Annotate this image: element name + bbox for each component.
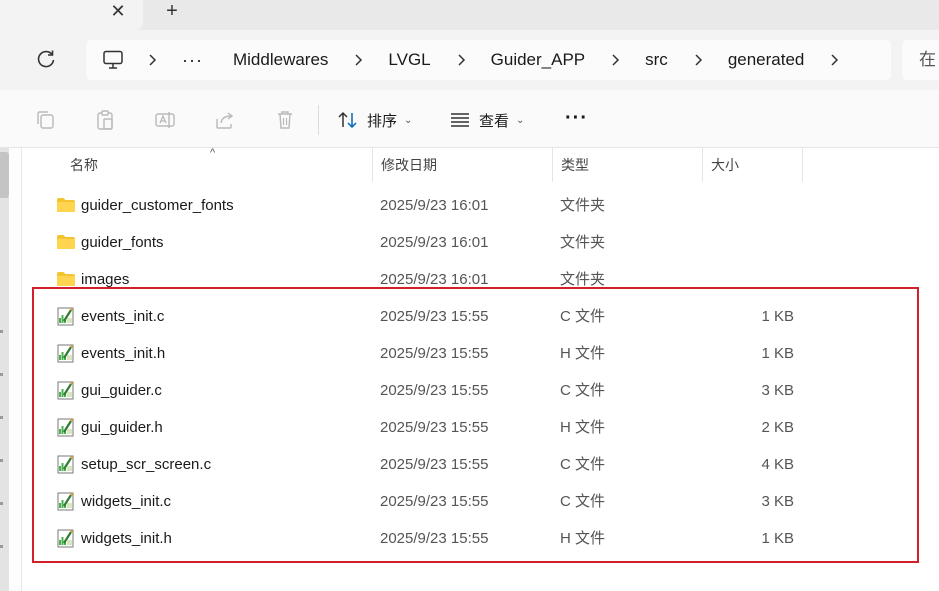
breadcrumb-item-guider-app[interactable]: Guider_APP bbox=[491, 50, 586, 70]
navigation-bar: ··· Middlewares LVGL Guider_APP src gene… bbox=[0, 30, 939, 90]
folder-icon bbox=[56, 232, 76, 252]
file-date: 2025/9/23 16:01 bbox=[380, 234, 489, 251]
file-name: guider_fonts bbox=[81, 234, 164, 251]
delete-icon[interactable] bbox=[274, 109, 296, 131]
chevron-right-icon[interactable] bbox=[352, 53, 366, 67]
file-name: guider_customer_fonts bbox=[81, 197, 234, 214]
folder-icon bbox=[56, 269, 76, 289]
more-options-button[interactable]: ··· bbox=[565, 108, 589, 132]
refresh-icon[interactable] bbox=[35, 48, 59, 72]
new-tab-button[interactable]: + bbox=[160, 0, 184, 24]
rename-icon[interactable] bbox=[154, 109, 176, 131]
share-icon[interactable] bbox=[214, 109, 236, 131]
file-row[interactable]: guider_fonts 2025/9/23 16:01 文件夹 bbox=[30, 224, 939, 261]
column-header: ^ 名称 修改日期 类型 大小 bbox=[30, 148, 939, 182]
chevron-right-icon[interactable] bbox=[609, 53, 623, 67]
breadcrumb-item-src[interactable]: src bbox=[645, 50, 668, 70]
highlight-box bbox=[32, 287, 919, 563]
breadcrumb: ··· Middlewares LVGL Guider_APP src gene… bbox=[146, 40, 864, 80]
chevron-right-icon[interactable] bbox=[146, 53, 160, 67]
tab-current[interactable]: ✕ bbox=[0, 0, 143, 30]
chevron-down-icon: ⌄ bbox=[516, 114, 525, 126]
column-header-type[interactable]: 类型 bbox=[553, 148, 703, 182]
tree-tick-marks bbox=[0, 330, 4, 588]
search-input[interactable]: 在 bbox=[902, 40, 939, 80]
copy-icon[interactable] bbox=[34, 109, 56, 131]
sort-icon bbox=[338, 111, 357, 129]
paste-icon[interactable] bbox=[94, 109, 116, 131]
breadcrumb-overflow-button[interactable]: ··· bbox=[182, 50, 203, 71]
chevron-right-icon[interactable] bbox=[692, 53, 706, 67]
folder-icon bbox=[56, 195, 76, 215]
command-bar: 排序 ⌄ 查看 ⌄ ··· bbox=[0, 90, 939, 148]
chevron-right-icon[interactable] bbox=[828, 53, 842, 67]
chevron-down-icon: ⌄ bbox=[404, 114, 413, 126]
view-button[interactable]: 查看 ⌄ bbox=[449, 106, 524, 134]
view-list-icon bbox=[451, 113, 469, 127]
file-type: 文件夹 bbox=[560, 197, 606, 214]
sort-button[interactable]: 排序 ⌄ bbox=[337, 106, 412, 134]
file-date: 2025/9/23 16:01 bbox=[380, 197, 489, 214]
computer-icon[interactable] bbox=[102, 50, 124, 70]
toolbar-divider bbox=[318, 105, 319, 135]
address-bar[interactable]: ··· Middlewares LVGL Guider_APP src gene… bbox=[86, 40, 891, 80]
scrollbar-thumb[interactable] bbox=[0, 152, 9, 198]
file-row[interactable]: guider_customer_fonts 2025/9/23 16:01 文件夹 bbox=[30, 187, 939, 224]
chevron-right-icon[interactable] bbox=[455, 53, 469, 67]
sort-label: 排序 bbox=[367, 112, 398, 130]
breadcrumb-item-generated[interactable]: generated bbox=[728, 50, 805, 70]
column-header-name[interactable]: 名称 bbox=[62, 148, 373, 182]
column-header-date[interactable]: 修改日期 bbox=[373, 148, 553, 182]
tab-strip: ✕ + bbox=[0, 0, 939, 30]
view-label: 查看 bbox=[479, 112, 510, 130]
breadcrumb-item-middlewares[interactable]: Middlewares bbox=[233, 50, 328, 70]
column-header-size[interactable]: 大小 bbox=[703, 148, 803, 182]
breadcrumb-item-lvgl[interactable]: LVGL bbox=[388, 50, 430, 70]
file-type: 文件夹 bbox=[560, 234, 606, 251]
close-tab-button[interactable]: ✕ bbox=[106, 0, 130, 24]
